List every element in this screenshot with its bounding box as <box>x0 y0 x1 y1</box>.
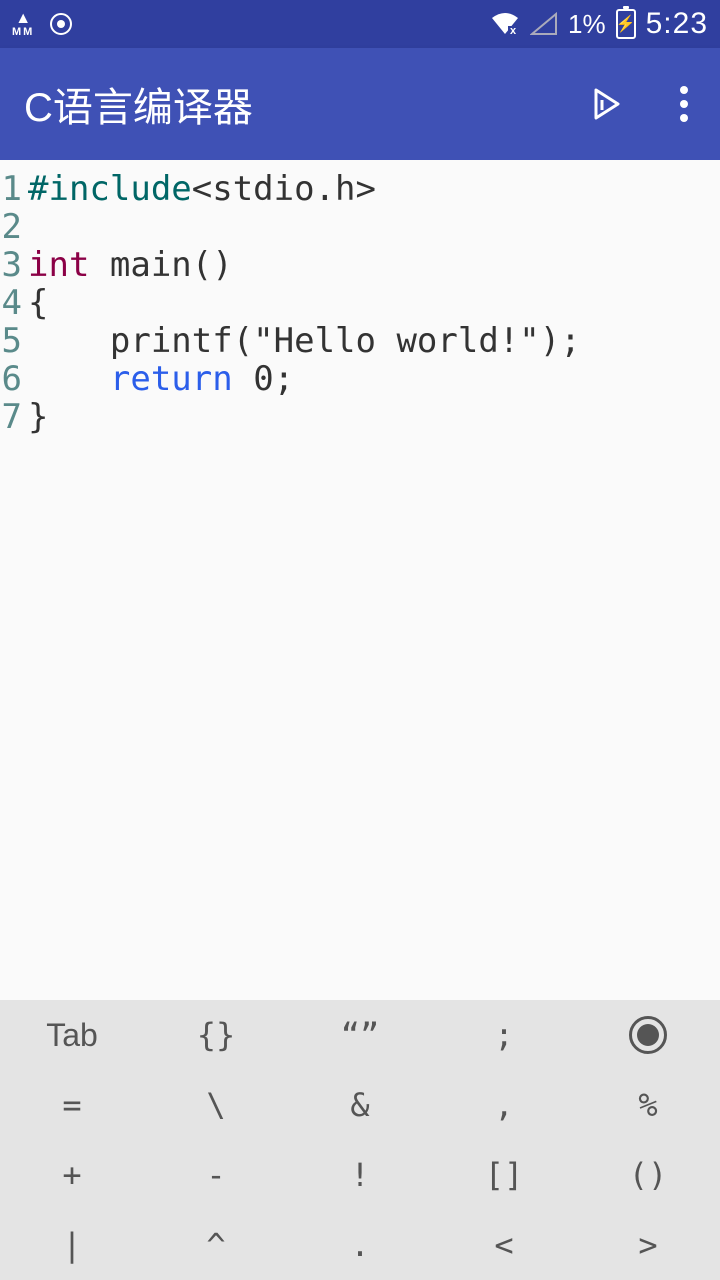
key-cursor[interactable] <box>576 1000 720 1070</box>
code-editor[interactable]: 1234567 #include<stdio.h> int main(){ pr… <box>0 160 720 1000</box>
code-content[interactable]: #include<stdio.h> int main(){ printf("He… <box>28 170 581 1000</box>
run-button[interactable] <box>588 86 624 122</box>
code-line[interactable]: return 0; <box>28 360 581 398</box>
record-icon <box>50 13 72 35</box>
key-[][interactable]: [] <box>432 1140 576 1210</box>
battery-charging-icon: ⚡ <box>616 9 636 39</box>
code-line[interactable]: printf("Hello world!"); <box>28 322 581 360</box>
app-title: C语言编译器 <box>24 75 253 133</box>
line-number: 2 <box>0 208 22 246</box>
key-%[interactable]: % <box>576 1070 720 1140</box>
key-=[interactable]: = <box>0 1070 144 1140</box>
clock: 5:23 <box>646 7 708 41</box>
key->[interactable]: > <box>576 1210 720 1280</box>
mm-indicator-icon: ▲ MM <box>12 11 34 38</box>
key-\[interactable]: \ <box>144 1070 288 1140</box>
code-line[interactable]: { <box>28 284 581 322</box>
key-,[interactable]: , <box>432 1070 576 1140</box>
key-&[interactable]: & <box>288 1070 432 1140</box>
svg-text:x: x <box>510 25 517 36</box>
line-number: 4 <box>0 284 22 322</box>
symbol-keyboard: Tab{}“”; =\&,% +-![]() |^.<> <box>0 1000 720 1280</box>
status-bar: ▲ MM x 1% ⚡ 5:23 <box>0 0 720 48</box>
app-bar: C语言编译器 <box>0 48 720 160</box>
key-Tab[interactable]: Tab <box>0 1000 144 1070</box>
line-number: 6 <box>0 360 22 398</box>
key-<[interactable]: < <box>432 1210 576 1280</box>
key-^[interactable]: ^ <box>144 1210 288 1280</box>
code-line[interactable]: int main() <box>28 246 581 284</box>
wifi-icon: x <box>490 12 520 36</box>
cell-signal-icon <box>530 12 558 36</box>
battery-percent: 1% <box>568 9 606 40</box>
key--[interactable]: - <box>144 1140 288 1210</box>
line-number: 5 <box>0 322 22 360</box>
more-menu-button[interactable] <box>672 78 696 130</box>
key-.[interactable]: . <box>288 1210 432 1280</box>
code-line[interactable] <box>28 208 581 246</box>
key-![interactable]: ! <box>288 1140 432 1210</box>
line-number: 3 <box>0 246 22 284</box>
key-+[interactable]: + <box>0 1140 144 1210</box>
key-()[interactable]: () <box>576 1140 720 1210</box>
line-gutter: 1234567 <box>0 170 28 1000</box>
key-;[interactable]: ; <box>432 1000 576 1070</box>
key-|[interactable]: | <box>0 1210 144 1280</box>
key-“”[interactable]: “” <box>288 1000 432 1070</box>
key-{}[interactable]: {} <box>144 1000 288 1070</box>
line-number: 1 <box>0 170 22 208</box>
code-line[interactable]: #include<stdio.h> <box>28 170 581 208</box>
code-line[interactable]: } <box>28 398 581 436</box>
line-number: 7 <box>0 398 22 436</box>
